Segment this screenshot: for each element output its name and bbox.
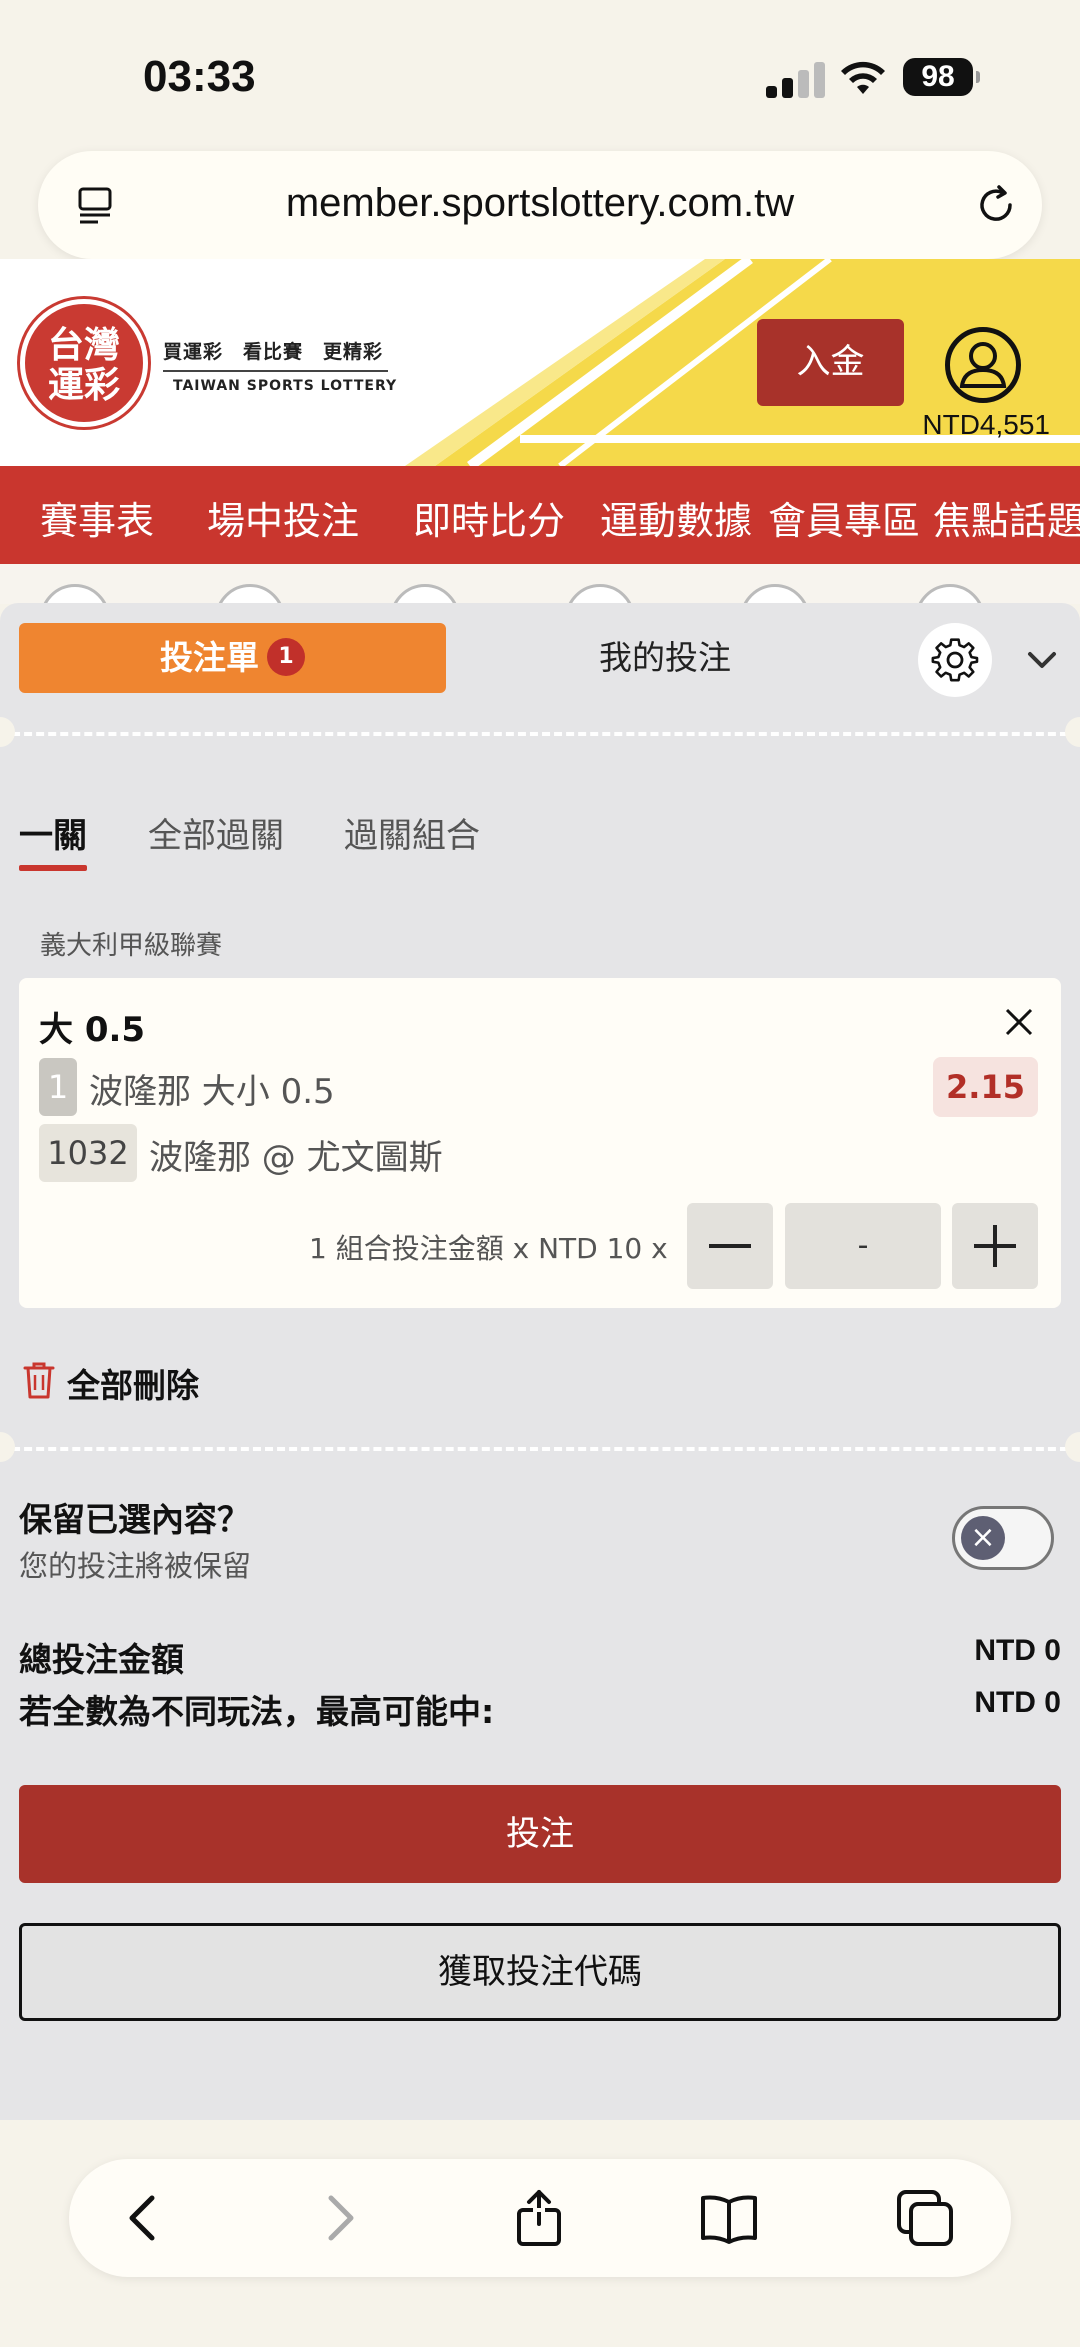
back-icon[interactable]	[114, 2188, 174, 2248]
betslip-panel: 投注單 1 我的投注 一關 全部過關 過關組合 義大利甲級聯賽 大 0.5 1 波…	[0, 603, 1080, 2120]
site-header: 台灣 運彩 買運彩 看比賽 更精彩 TAIWAN SPORTS LOTTERY …	[0, 259, 1080, 466]
odds-value: 2.15	[933, 1057, 1038, 1117]
nav-item-member[interactable]: 會員專區	[768, 490, 920, 545]
max-win-label: 若全數為不同玩法，最高可能中:	[19, 1692, 495, 1731]
address-bar[interactable]: member.sportslottery.com.tw	[38, 151, 1042, 259]
header-court-graphic	[405, 259, 1080, 466]
tab-my-bets[interactable]: 我的投注	[525, 623, 805, 693]
divider-notch	[0, 1432, 15, 1462]
nav-item-topics[interactable]: 焦點話題	[933, 490, 1080, 545]
divider-notch	[1065, 717, 1080, 747]
trash-icon	[23, 1362, 55, 1399]
sport-icon[interactable]	[915, 584, 985, 604]
tabs-icon[interactable]	[895, 2188, 955, 2248]
sport-icon[interactable]	[390, 584, 460, 604]
account-avatar-icon[interactable]	[945, 327, 1021, 403]
url-text[interactable]: member.sportslottery.com.tw	[38, 181, 1042, 226]
minus-icon	[709, 1244, 751, 1248]
leg-number-badge: 1	[39, 1058, 77, 1116]
keep-selection-title: 保留已選內容？	[19, 1500, 250, 1539]
settings-button[interactable]	[918, 623, 992, 697]
market-description: 波隆那 大小 0.5	[89, 1072, 335, 1112]
match-name: 波隆那 @ 尤文圖斯	[149, 1138, 443, 1178]
forward-icon[interactable]	[309, 2188, 369, 2248]
tab-single[interactable]: 一關	[19, 808, 87, 857]
sport-icon[interactable]	[565, 584, 635, 604]
divider-notch	[0, 717, 15, 747]
chevron-down-icon[interactable]	[1022, 645, 1062, 675]
cellular-signal-icon	[766, 62, 826, 98]
stake-input[interactable]: -	[785, 1203, 941, 1289]
wifi-icon	[841, 61, 885, 94]
nav-item-schedule[interactable]: 賽事表	[40, 490, 154, 545]
main-nav: 賽事表 場中投注 即時比分 運動數據 會員專區 焦點話題	[0, 466, 1080, 564]
deposit-button[interactable]: 入金	[757, 319, 904, 406]
delete-all-label: 全部刪除	[67, 1366, 199, 1405]
tab-parlay-combos[interactable]: 過關組合	[344, 808, 480, 857]
increase-stake-button[interactable]	[952, 1203, 1038, 1289]
browser-toolbar	[69, 2159, 1011, 2277]
active-tab-indicator	[19, 865, 87, 871]
divider	[0, 732, 1080, 736]
decrease-stake-button[interactable]	[687, 1203, 773, 1289]
battery-indicator: 98	[903, 58, 980, 96]
status-bar: 03:33 98	[0, 0, 1080, 150]
tab-all-parlay[interactable]: 全部過關	[148, 808, 284, 857]
bookmarks-icon[interactable]	[699, 2188, 759, 2248]
sport-icons-row	[0, 564, 1080, 604]
toggle-off-icon: ×	[961, 1516, 1005, 1560]
nav-item-stats[interactable]: 運動數據	[600, 490, 752, 545]
bet-selection-card: 大 0.5 1 波隆那 大小 0.5 2.15 1032 波隆那 @ 尤文圖斯 …	[19, 978, 1061, 1308]
nav-item-live-betting[interactable]: 場中投注	[207, 490, 359, 545]
keep-selection-subtitle: 您的投注將被保留	[19, 1549, 252, 1583]
stake-label: 1 組合投注金額 x NTD 10 x	[309, 1232, 668, 1265]
sport-icon[interactable]	[740, 584, 810, 604]
selection-title: 大 0.5	[39, 1010, 146, 1050]
nav-item-live-scores[interactable]: 即時比分	[413, 490, 565, 545]
divider	[0, 1447, 1080, 1451]
plus-icon	[974, 1225, 1016, 1267]
get-bet-code-button[interactable]: 獲取投注代碼	[19, 1923, 1061, 2021]
max-win-value: NTD 0	[974, 1686, 1061, 1719]
league-name: 義大利甲級聯賽	[40, 931, 223, 961]
reload-icon[interactable]	[972, 181, 1020, 229]
betslip-tab-label: 投注單	[160, 638, 259, 677]
keep-selection-toggle[interactable]: ×	[952, 1506, 1054, 1570]
tab-betslip[interactable]: 投注單 1	[19, 623, 446, 693]
account-balance: NTD4,551	[922, 409, 1050, 440]
sport-icon[interactable]	[40, 584, 110, 604]
sport-icon[interactable]	[215, 584, 285, 604]
logo-tagline: 買運彩 看比賽 更精彩 TAIWAN SPORTS LOTTERY	[163, 337, 398, 394]
betslip-count-badge: 1	[267, 637, 305, 676]
gear-icon	[931, 638, 979, 682]
logo-slogan: 買運彩 看比賽 更精彩	[163, 337, 388, 372]
site-logo[interactable]: 台灣 運彩	[20, 299, 148, 427]
total-stake-label: 總投注金額	[19, 1640, 184, 1679]
status-time: 03:33	[143, 52, 256, 101]
share-icon[interactable]	[509, 2188, 569, 2248]
total-stake-value: NTD 0	[974, 1634, 1061, 1667]
logo-english-name: TAIWAN SPORTS LOTTERY	[173, 378, 398, 394]
divider-notch	[1065, 1432, 1080, 1462]
close-icon[interactable]	[999, 1002, 1039, 1042]
place-bet-button[interactable]: 投注	[19, 1785, 1061, 1883]
match-code: 1032	[39, 1124, 137, 1182]
